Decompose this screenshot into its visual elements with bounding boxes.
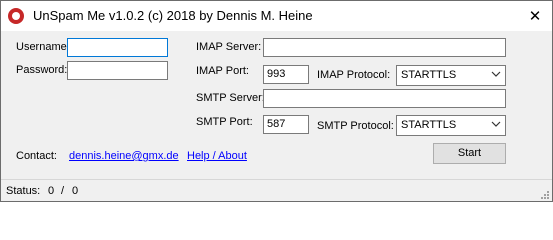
start-button[interactable]: Start bbox=[433, 143, 506, 164]
resize-grip-icon[interactable] bbox=[540, 190, 550, 200]
status-total-count: 0 bbox=[72, 185, 79, 197]
username-field[interactable] bbox=[67, 38, 168, 57]
status-separator: / bbox=[61, 185, 65, 197]
app-logo-icon bbox=[8, 8, 24, 24]
imap-protocol-label: IMAP Protocol: bbox=[317, 69, 391, 81]
status-current-count: 0 bbox=[48, 185, 55, 197]
password-label: Password: bbox=[16, 64, 68, 76]
chevron-down-icon bbox=[491, 121, 501, 127]
email-link[interactable]: dennis.heine@gmx.de bbox=[69, 150, 179, 162]
main-window: UnSpam Me v1.0.2 (c) 2018 by Dennis M. H… bbox=[0, 0, 553, 202]
status-bar: Status: 0 / 0 bbox=[1, 179, 552, 201]
title-bar[interactable]: UnSpam Me v1.0.2 (c) 2018 by Dennis M. H… bbox=[1, 1, 552, 31]
smtp-port-field[interactable]: 587 bbox=[263, 115, 309, 134]
smtp-protocol-label: SMTP Protocol: bbox=[317, 120, 394, 132]
smtp-protocol-value: STARTTLS bbox=[401, 119, 457, 131]
window-title: UnSpam Me v1.0.2 (c) 2018 by Dennis M. H… bbox=[33, 8, 313, 23]
smtp-server-field[interactable] bbox=[263, 89, 506, 108]
imap-port-field[interactable]: 993 bbox=[263, 65, 309, 84]
imap-server-field[interactable] bbox=[263, 38, 506, 57]
contact-label: Contact: bbox=[16, 150, 57, 162]
help-about-link[interactable]: Help / About bbox=[187, 150, 247, 162]
smtp-port-label: SMTP Port: bbox=[196, 116, 253, 128]
password-field[interactable] bbox=[67, 61, 168, 80]
smtp-server-label: SMTP Server: bbox=[196, 92, 265, 104]
imap-server-label: IMAP Server: bbox=[196, 41, 262, 53]
imap-protocol-value: STARTTLS bbox=[401, 69, 457, 81]
imap-protocol-select[interactable]: STARTTLS bbox=[396, 65, 506, 86]
close-button[interactable]: ✕ bbox=[518, 1, 552, 31]
username-label: Username: bbox=[16, 41, 70, 53]
chevron-down-icon bbox=[491, 71, 501, 77]
status-label: Status: bbox=[6, 185, 41, 197]
close-icon: ✕ bbox=[528, 8, 542, 25]
smtp-protocol-select[interactable]: STARTTLS bbox=[396, 115, 506, 136]
imap-port-label: IMAP Port: bbox=[196, 65, 249, 77]
